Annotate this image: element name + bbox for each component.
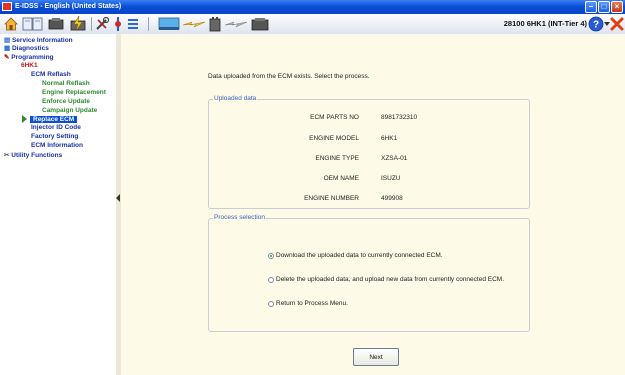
- engine-icon[interactable]: [47, 16, 65, 32]
- uploaded-data-legend: Uploaded data: [213, 95, 258, 102]
- close-icon[interactable]: [609, 16, 625, 32]
- tools-icon[interactable]: [94, 16, 110, 32]
- radio-button-selected[interactable]: [268, 252, 274, 259]
- tree-label: Programming: [11, 54, 54, 61]
- tree-label: Utility Functions: [11, 152, 63, 159]
- radio-button[interactable]: [268, 276, 274, 283]
- row-value: XZSA-01: [381, 155, 408, 162]
- tree-label: Service Information: [11, 37, 73, 44]
- tree-item-6hk1[interactable]: 6HK1: [21, 62, 38, 69]
- tree-label-selected: Replace ECM: [30, 115, 78, 123]
- radio-label: Return to Process Menu.: [276, 300, 348, 307]
- svg-text:?: ?: [593, 20, 599, 31]
- window-close-button[interactable]: ×: [611, 1, 623, 13]
- row-value: 499908: [381, 195, 403, 202]
- radio-label: Download the uploaded data to currently …: [276, 252, 443, 259]
- lightning-grey-icon[interactable]: [224, 16, 248, 32]
- tree-item-ecm-information[interactable]: ECM Information: [31, 142, 83, 149]
- list-icon[interactable]: [126, 16, 140, 32]
- tree-item-normal-reflash[interactable]: Normal Reflash: [42, 80, 90, 87]
- radio-label: Delete the uploaded data, and upload new…: [276, 276, 505, 283]
- flash-icon[interactable]: [68, 16, 88, 32]
- tree-item-service-information[interactable]: ▤ Service Information: [4, 36, 73, 44]
- window-title-bar[interactable]: E-IDSS - English (United States) – □ ×: [0, 0, 625, 14]
- help-icon[interactable]: ?: [588, 16, 604, 32]
- programming-icon: ✎: [4, 54, 10, 61]
- minimize-button[interactable]: –: [585, 1, 597, 13]
- maximize-button[interactable]: □: [598, 1, 610, 13]
- radio-download[interactable]: Download the uploaded data to currently …: [268, 252, 443, 259]
- tree-item-diagnostics[interactable]: ▦ Diagnostics: [4, 44, 49, 52]
- book-icon[interactable]: [22, 16, 44, 32]
- radio-button[interactable]: [268, 300, 274, 307]
- main-content: Data uploaded from the ECM exists. Selec…: [121, 34, 625, 375]
- tree-item-enforce-update[interactable]: Enforce Update: [42, 98, 90, 105]
- tree-label: Diagnostics: [11, 45, 49, 52]
- process-selection-legend: Process selection: [213, 214, 266, 221]
- main-toolbar: 28100 6HK1 (INT-Tier 4) ?: [0, 14, 625, 35]
- row-label: ENGINE MODEL: [309, 135, 359, 142]
- vehicle-info: 28100 6HK1 (INT-Tier 4): [503, 19, 587, 28]
- next-button[interactable]: Next: [353, 348, 399, 366]
- tree-item-engine-replacement[interactable]: Engine Replacement: [42, 89, 106, 96]
- row-value: ISUZU: [381, 175, 401, 182]
- radio-return[interactable]: Return to Process Menu.: [268, 300, 348, 307]
- home-icon[interactable]: [3, 16, 19, 32]
- tree-item-factory-setting[interactable]: Factory Setting: [31, 133, 78, 140]
- navigation-tree: ▤ Service Information ▦ Diagnostics ✎ Pr…: [0, 34, 117, 375]
- tree-item-campaign-update[interactable]: Campaign Update: [42, 107, 97, 114]
- row-value: 6HK1: [381, 135, 398, 142]
- window-title: E-IDSS - English (United States): [15, 3, 122, 10]
- battery-icon[interactable]: [208, 16, 222, 32]
- tree-item-replace-ecm[interactable]: Replace ECM: [22, 115, 78, 123]
- lightning-icon[interactable]: [182, 16, 206, 32]
- utility-functions-icon: ✂: [4, 152, 10, 159]
- toolbar-separator: [148, 17, 149, 31]
- service-information-icon: ▤: [4, 37, 11, 44]
- app-logo-icon: [2, 2, 12, 11]
- row-label: ENGINE NUMBER: [304, 195, 359, 202]
- tree-item-injector-id-code[interactable]: Injector ID Code: [31, 124, 81, 131]
- radio-delete-upload[interactable]: Delete the uploaded data, and upload new…: [268, 276, 504, 283]
- row-value: 8981732310: [381, 114, 418, 121]
- row-label: ECM PARTS NO: [310, 114, 359, 121]
- intro-text: Data uploaded from the ECM exists. Selec…: [208, 73, 370, 80]
- selected-arrow-icon: [22, 115, 27, 123]
- tree-item-utility-functions[interactable]: ✂ Utility Functions: [4, 151, 62, 159]
- monitor-icon[interactable]: [158, 16, 180, 32]
- row-label: ENGINE TYPE: [315, 155, 359, 162]
- probe-icon[interactable]: [112, 16, 124, 32]
- engine-grey-icon[interactable]: [250, 16, 270, 32]
- tree-item-programming[interactable]: ✎ Programming: [4, 53, 54, 61]
- process-selection-group: Process selection Download the uploaded …: [208, 214, 530, 332]
- tree-item-ecm-reflash[interactable]: ECM Reflash: [31, 71, 71, 78]
- uploaded-data-group: Uploaded data ECM PARTS NO 8981732310 EN…: [208, 95, 530, 209]
- diagnostics-icon: ▦: [4, 45, 11, 52]
- collapse-arrow-icon[interactable]: [116, 194, 120, 202]
- toolbar-separator: [91, 17, 92, 31]
- row-label: OEM NAME: [323, 175, 359, 182]
